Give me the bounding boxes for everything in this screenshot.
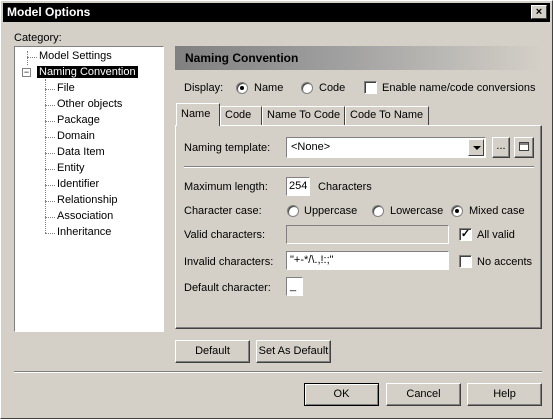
close-icon: × <box>535 6 543 18</box>
invalid-characters-value: "+-*/\.,!:;" <box>290 254 334 266</box>
enable-conversions-checkbox[interactable] <box>364 81 377 94</box>
close-button[interactable]: × <box>531 5 547 19</box>
invalid-characters-input[interactable]: "+-*/\.,!:;" <box>286 251 449 270</box>
default-character-value: _ <box>290 280 297 292</box>
tree-item-package[interactable]: Package <box>57 114 100 126</box>
tab-name-to-code[interactable]: Name To Code <box>262 106 345 125</box>
ok-button-label: OK <box>333 388 350 400</box>
no-accents-checkbox[interactable] <box>459 255 472 268</box>
set-as-default-button-label: Set As Default <box>258 345 329 357</box>
max-length-label: Maximum length: <box>184 181 268 193</box>
tree-item-identifier[interactable]: Identifier <box>57 178 99 190</box>
display-code-label[interactable]: Code <box>319 82 345 94</box>
valid-characters-label: Valid characters: <box>184 229 266 241</box>
set-as-default-button[interactable]: Set As Default <box>256 340 331 363</box>
tab-code-to-name[interactable]: Code To Name <box>345 106 429 125</box>
all-valid-label[interactable]: All valid <box>477 229 515 241</box>
tree-item-relationship[interactable]: Relationship <box>57 194 118 206</box>
naming-template-combo[interactable]: <None> <box>286 137 486 158</box>
tree-item-inheritance[interactable]: Inheritance <box>57 226 111 238</box>
tree-connector <box>45 153 55 154</box>
model-options-dialog: Model Options × Category: − Model Settin… <box>0 0 553 419</box>
tab-code[interactable]: Code <box>220 106 262 125</box>
enable-conversions-label[interactable]: Enable name/code conversions <box>382 82 535 94</box>
tree-item-other-objects[interactable]: Other objects <box>57 98 122 110</box>
display-name-radio[interactable] <box>236 82 248 94</box>
no-accents-label[interactable]: No accents <box>477 256 532 268</box>
tree-connector <box>27 57 37 58</box>
case-lowercase-radio[interactable] <box>372 205 384 217</box>
help-button-label: Help <box>493 388 516 400</box>
combo-dropdown-button[interactable] <box>468 139 484 156</box>
tree-item-entity[interactable]: Entity <box>57 162 85 174</box>
tree-item-model-settings[interactable]: Model Settings <box>39 50 112 62</box>
case-lowercase-label[interactable]: Lowercase <box>390 205 443 217</box>
display-label: Display: <box>184 82 224 94</box>
ok-button[interactable]: OK <box>304 383 379 406</box>
tree-item-file[interactable]: File <box>57 82 75 94</box>
max-length-input[interactable]: 254 <box>286 177 310 196</box>
all-valid-checkbox[interactable]: ✓ <box>459 228 472 241</box>
tab-name-to-code-label: Name To Code <box>267 109 341 121</box>
window-title: Model Options <box>7 5 91 19</box>
case-uppercase-label[interactable]: Uppercase <box>304 205 357 217</box>
collapse-toggle[interactable]: − <box>22 68 31 77</box>
tree-item-data-item[interactable]: Data Item <box>57 146 105 158</box>
title-bar[interactable]: Model Options × <box>3 3 550 22</box>
cancel-button[interactable]: Cancel <box>386 383 461 406</box>
panel-header: Naming Convention <box>175 46 542 70</box>
naming-template-value: <None> <box>291 141 331 153</box>
ellipsis-icon: ... <box>496 140 506 152</box>
tree-connector <box>45 169 55 170</box>
panel-title: Naming Convention <box>185 51 299 65</box>
tab-code-label: Code <box>225 109 252 121</box>
checkmark-icon: ✓ <box>460 228 471 240</box>
tree-item-naming-convention[interactable]: Naming Convention <box>37 66 138 78</box>
default-character-label: Default character: <box>184 282 271 294</box>
invalid-characters-label: Invalid characters: <box>184 256 274 268</box>
default-button-label: Default <box>195 345 230 357</box>
max-length-value: 254 <box>289 180 308 192</box>
naming-template-properties-button[interactable] <box>514 137 534 158</box>
separator <box>184 166 534 168</box>
tree-connector <box>45 185 55 186</box>
help-button[interactable]: Help <box>467 383 542 406</box>
case-mixed-label[interactable]: Mixed case <box>469 205 525 217</box>
naming-template-label: Naming template: <box>184 142 271 154</box>
tree-connector <box>45 217 55 218</box>
bottom-separator <box>14 371 542 373</box>
case-mixed-radio[interactable] <box>451 205 463 217</box>
tab-name[interactable]: Name <box>176 103 220 126</box>
naming-template-browse-button[interactable]: ... <box>492 137 510 158</box>
default-character-input[interactable]: _ <box>286 277 303 296</box>
tree-connector <box>45 233 55 234</box>
max-length-unit: Characters <box>318 181 372 193</box>
tree-connector <box>45 79 46 233</box>
tree-connector <box>27 51 28 65</box>
category-label: Category: <box>14 32 62 44</box>
chevron-down-icon <box>473 146 481 150</box>
category-tree[interactable]: − Model Settings Naming Convention File … <box>14 46 164 332</box>
default-button[interactable]: Default <box>175 340 250 363</box>
display-code-radio[interactable] <box>301 82 313 94</box>
cancel-button-label: Cancel <box>406 388 441 400</box>
tree-connector <box>45 105 55 106</box>
properties-icon <box>519 142 529 151</box>
tab-name-label: Name <box>181 108 211 120</box>
tree-item-association[interactable]: Association <box>57 210 113 222</box>
display-name-label[interactable]: Name <box>254 82 283 94</box>
tree-connector <box>45 201 55 202</box>
character-case-label: Character case: <box>184 205 262 217</box>
tree-connector <box>45 137 55 138</box>
tree-item-domain[interactable]: Domain <box>57 130 95 142</box>
valid-characters-input[interactable] <box>286 225 449 244</box>
tree-connector <box>45 121 55 122</box>
case-uppercase-radio[interactable] <box>287 205 299 217</box>
tree-connector <box>45 89 55 90</box>
tab-code-to-name-label: Code To Name <box>350 109 424 121</box>
minus-icon: − <box>23 67 30 77</box>
